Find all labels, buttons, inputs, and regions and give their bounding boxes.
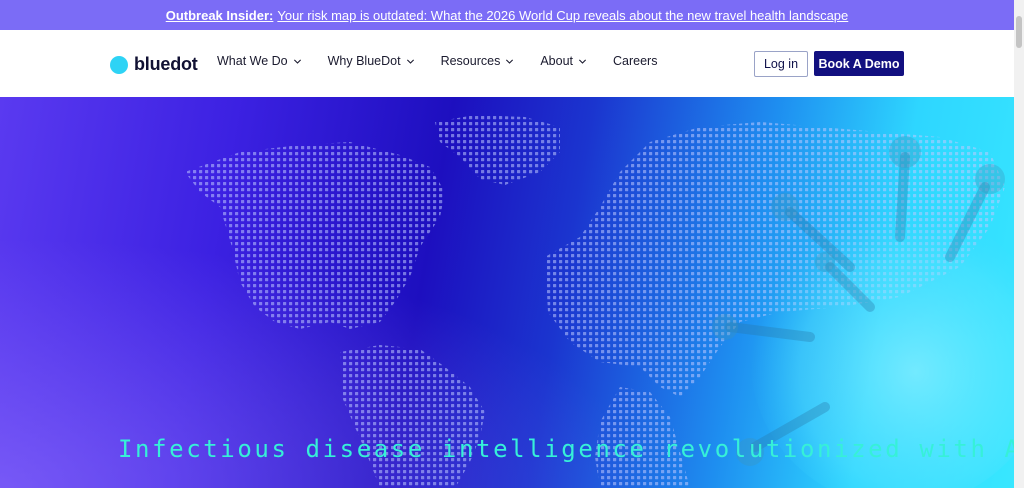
nav-item-label: Why BlueDot <box>327 54 401 68</box>
nav-item-careers[interactable]: Careers <box>613 54 657 68</box>
page-scrollbar[interactable] <box>1014 0 1024 488</box>
chevron-down-icon <box>578 58 587 64</box>
chevron-down-icon <box>506 58 514 64</box>
virus-illustration <box>712 136 1014 488</box>
chevron-down-icon <box>406 58 414 64</box>
nav-item-label: About <box>540 54 573 68</box>
nav-item-label: Careers <box>613 54 658 68</box>
main-nav: What We Do Why BlueDot Resources About C… <box>217 54 683 68</box>
announcement-strong: Outbreak Insider: <box>165 7 274 23</box>
logo[interactable]: bluedot <box>110 54 198 75</box>
logo-text: bluedot <box>134 54 198 74</box>
nav-item-label: Resources <box>440 54 501 68</box>
announcement-link[interactable]: Outbreak Insider: Your risk map is outdat… <box>166 8 849 23</box>
scrollbar-thumb[interactable] <box>1016 16 1022 48</box>
chevron-down-icon <box>293 58 301 64</box>
nav-item-label: What We Do <box>217 54 288 68</box>
login-button[interactable]: Log in <box>754 51 808 77</box>
announcement-text: Your risk map is outdated: What the 2026… <box>277 7 849 23</box>
nav-item-about[interactable]: About <box>540 54 587 68</box>
site-header: bluedot What We Do Why BlueDot Resources… <box>0 30 1014 97</box>
hero-section: Infectious disease intelligence revoluti… <box>0 97 1014 488</box>
announcement-banner: Outbreak Insider: Your risk map is outdat… <box>0 0 1014 30</box>
nav-item-why-bluedot[interactable]: Why BlueDot <box>328 54 415 68</box>
nav-item-what-we-do[interactable]: What We Do <box>217 54 302 68</box>
book-demo-button[interactable]: Book A Demo <box>814 51 904 76</box>
nav-item-resources[interactable]: Resources <box>441 54 515 68</box>
logo-dot-icon <box>110 55 128 74</box>
hero-headline: Infectious disease intelligence revoluti… <box>118 435 1014 463</box>
